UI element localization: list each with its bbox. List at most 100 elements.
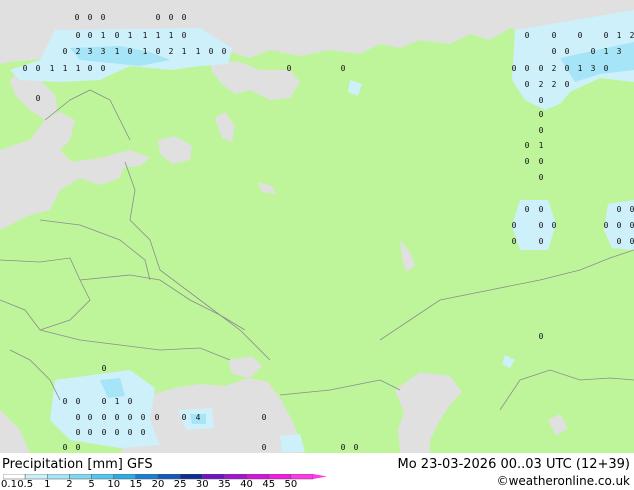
precip-value: 0 [36, 64, 41, 73]
precip-value: 1 [128, 31, 133, 40]
legend-label: 30 [195, 479, 209, 490]
precip-value: 0 [539, 126, 544, 135]
precip-value: 1 [169, 31, 174, 40]
precip-value: 0 [617, 205, 622, 214]
precip-value: 2 [630, 31, 634, 40]
precip-value: 0 [341, 64, 346, 73]
precip-value: 0 [539, 237, 544, 246]
precip-value: 0 [155, 413, 160, 422]
precip-value: 0 [102, 397, 107, 406]
precip-value: 1 [143, 47, 148, 56]
precip-value: 3 [101, 47, 106, 56]
precip-value: 0 [525, 157, 530, 166]
credit-link[interactable]: ©weatheronline.co.uk [497, 474, 630, 488]
precip-value: 0 [539, 332, 544, 341]
precip-value: 1 [182, 47, 187, 56]
precip-value: 0 [539, 221, 544, 230]
precip-value: 0 [63, 47, 68, 56]
legend-label: 10 [107, 479, 121, 490]
precip-value: 2 [76, 47, 81, 56]
precip-value: 0 [539, 173, 544, 182]
precip-value: 0 [565, 64, 570, 73]
precip-value: 0 [128, 428, 133, 437]
precip-value: 0 [617, 237, 622, 246]
precip-value: 0 [115, 413, 120, 422]
precip-value: 0 [141, 428, 146, 437]
precip-value: 0 [141, 413, 146, 422]
precip-value: 0 [115, 428, 120, 437]
precip-value: 0 [341, 443, 346, 452]
forecast-timestamp: Mo 23-03-2026 00..03 UTC (12+39) [397, 457, 631, 472]
precip-value: 0 [604, 31, 609, 40]
precip-value: 0 [156, 47, 161, 56]
precip-value: 0 [102, 413, 107, 422]
precipitation-map: 0000000010111100233101021100001110000000… [0, 0, 634, 453]
precip-value: 0 [182, 413, 187, 422]
precip-value: 0 [76, 443, 81, 452]
precip-value: 0 [539, 96, 544, 105]
legend-label: 5 [88, 479, 95, 490]
precip-value: 0 [222, 47, 227, 56]
precip-value: 0 [262, 443, 267, 452]
precip-value: 1 [156, 31, 161, 40]
precip-value: 0 [539, 205, 544, 214]
precip-value: 0 [552, 47, 557, 56]
precip-value: 1 [539, 141, 544, 150]
map-canvas: 0 0 0 0 0 00 0 1 0 1 1 1 1 00 2 3 3 1 0 1 0 2 1 1 0 00 0 1 1 1 0 0 0 00 0 0… [0, 0, 634, 453]
precip-value: 0 [525, 141, 530, 150]
precip-value: 0 [539, 157, 544, 166]
precip-value: 0 [102, 428, 107, 437]
precip-value: 1 [63, 64, 68, 73]
precip-value: 2 [539, 80, 544, 89]
precip-value: 0 [354, 443, 359, 452]
precip-value: 0 [76, 31, 81, 40]
precip-value: 0 [128, 413, 133, 422]
precip-value: 0 [101, 64, 106, 73]
precip-value: 0 [539, 64, 544, 73]
precip-value: 2 [169, 47, 174, 56]
legend-label: 0.5 [17, 479, 34, 490]
precip-value: 0 [182, 13, 187, 22]
precip-value: 0 [76, 397, 81, 406]
precip-value: 1 [76, 64, 81, 73]
legend-label: 1 [44, 479, 51, 490]
precip-value: 1 [604, 47, 609, 56]
precip-value: 0 [88, 413, 93, 422]
precip-value: 0 [88, 64, 93, 73]
legend-label: 2 [66, 479, 73, 490]
precip-value: 0 [128, 397, 133, 406]
precip-value: 4 [196, 413, 201, 422]
precip-value: 1 [196, 47, 201, 56]
precip-value: 0 [617, 221, 622, 230]
precip-value: 0 [630, 205, 634, 214]
precip-value: 0 [262, 413, 267, 422]
precip-value: 1 [101, 31, 106, 40]
map-footer: Precipitation [mm] GFS Mo 23-03-2026 00.… [0, 453, 634, 490]
precip-value: 3 [617, 47, 622, 56]
legend-overflow-arrow [313, 474, 327, 479]
precip-value: 1 [115, 47, 120, 56]
precip-legend: 0.1 0.5 1 2 5 10 15 20 25 30 35 40 45 50 [1, 474, 333, 490]
precip-value: 0 [630, 237, 634, 246]
precip-value: 0 [512, 221, 517, 230]
precip-value: 1 [578, 64, 583, 73]
legend-label: 25 [173, 479, 187, 490]
precip-value: 1 [617, 31, 622, 40]
precip-value: 0 [76, 413, 81, 422]
precip-value: 0 [182, 31, 187, 40]
legend-label: 45 [262, 479, 276, 490]
precip-value: 0 [156, 13, 161, 22]
precip-value: 0 [23, 64, 28, 73]
precip-value: 0 [88, 31, 93, 40]
precip-value: 0 [565, 80, 570, 89]
precip-value: 0 [76, 428, 81, 437]
precip-value: 0 [539, 110, 544, 119]
precip-value: 0 [512, 237, 517, 246]
precip-value: 0 [128, 47, 133, 56]
precip-value: 0 [63, 443, 68, 452]
precip-value: 0 [525, 64, 530, 73]
legend-label: 0.1 [1, 479, 17, 490]
precip-value: 3 [591, 64, 596, 73]
precip-value: 0 [101, 13, 106, 22]
precip-value: 0 [630, 221, 634, 230]
